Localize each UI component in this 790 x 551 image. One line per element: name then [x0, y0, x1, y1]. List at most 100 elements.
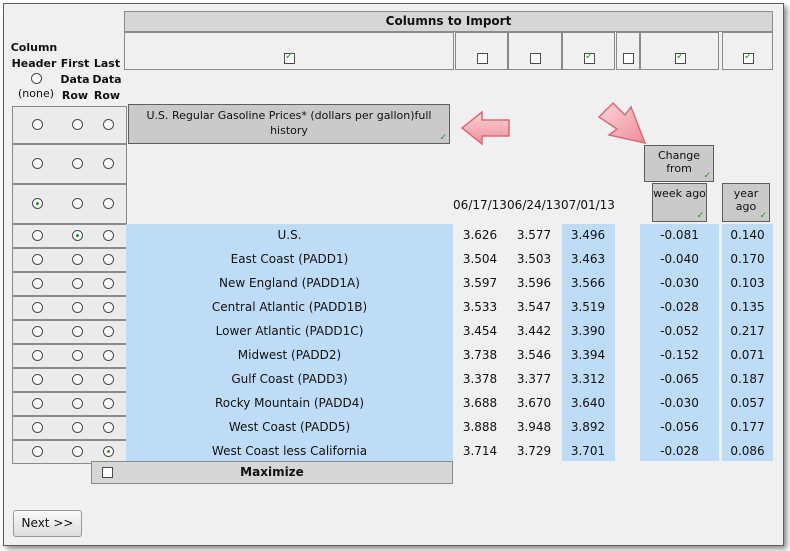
last-data-row-radio[interactable] — [103, 198, 114, 209]
first-data-row-radio[interactable] — [72, 398, 83, 409]
year-change-cell: 0.140 — [730, 228, 765, 242]
column-header-radio[interactable] — [32, 350, 43, 361]
price-cell: 3.714 — [462, 444, 498, 458]
column-header-radio[interactable] — [32, 326, 43, 337]
last-data-row-label: Last Data Row — [92, 57, 122, 102]
left-callout-arrow-icon — [460, 110, 510, 146]
import-column-checkbox[interactable] — [675, 51, 686, 64]
import-column-checkbox[interactable] — [530, 53, 541, 64]
first-data-row-radio[interactable] — [72, 254, 83, 265]
last-data-row-radio[interactable] — [103, 326, 114, 337]
maximize-bar[interactable]: Maximize — [91, 461, 453, 484]
import-checkbox-cell — [616, 32, 640, 70]
column-header-radio[interactable] — [32, 422, 43, 433]
price-cell: 3.597 — [462, 276, 498, 290]
year-ago-cell[interactable]: year ago ✓ — [722, 183, 770, 222]
first-data-row-radio[interactable] — [72, 374, 83, 385]
last-data-row-radio[interactable] — [103, 302, 114, 313]
week-ago-label: week ago — [653, 187, 706, 200]
column-header-radio[interactable] — [32, 278, 43, 289]
row-selector — [12, 248, 127, 272]
import-column-checkbox[interactable] — [743, 51, 754, 64]
year-change-cell: 0.187 — [730, 372, 765, 386]
price-cell: 3.948 — [516, 420, 552, 434]
year-change-cell: 0.170 — [730, 252, 765, 266]
import-column-checkbox[interactable] — [623, 53, 634, 64]
last-data-row-radio[interactable] — [103, 422, 114, 433]
year-change-cell: 0.071 — [730, 348, 765, 362]
change-from-label: Change from — [657, 149, 701, 175]
year-ago-label: year ago — [733, 187, 759, 213]
year-change-cell: 0.135 — [730, 300, 765, 314]
price-cell: 3.729 — [516, 444, 552, 458]
last-data-row-radio[interactable] — [103, 230, 114, 241]
change-from-cell[interactable]: Change from ✓ — [644, 145, 714, 182]
year-change-cell: 0.177 — [730, 420, 765, 434]
column-header-radio[interactable] — [32, 158, 43, 169]
title-cell-text: U.S. Regular Gasoline Prices* (dollars p… — [146, 109, 432, 137]
column-header-radio[interactable] — [32, 374, 43, 385]
first-data-row-label: First Data Row — [60, 57, 90, 102]
week-change-cell: -0.065 — [660, 372, 699, 386]
price-cell: 3.596 — [516, 276, 552, 290]
region-cell: Midwest (PADD2) — [237, 348, 342, 362]
region-cell: Central Atlantic (PADD1B) — [211, 300, 368, 314]
price-cell: 3.378 — [462, 372, 498, 386]
import-checkbox-cell — [640, 32, 719, 70]
first-data-row-radio[interactable] — [72, 230, 83, 241]
row-selector — [12, 392, 127, 416]
last-data-row-radio[interactable] — [103, 350, 114, 361]
check-mark-icon: ✓ — [703, 171, 711, 181]
column-header-radio[interactable] — [32, 398, 43, 409]
last-data-row-radio[interactable] — [103, 278, 114, 289]
import-checkbox-cell — [722, 32, 773, 70]
column-header-radio[interactable] — [32, 230, 43, 241]
import-checkbox-cell — [562, 32, 615, 70]
price-cell: 3.888 — [462, 420, 498, 434]
price-cell: 3.312 — [570, 372, 606, 386]
import-column-checkbox[interactable] — [284, 51, 295, 64]
import-checkbox-cell — [124, 32, 454, 70]
first-data-row-radio[interactable] — [72, 350, 83, 361]
last-data-row-radio[interactable] — [103, 446, 114, 457]
row-selector — [12, 296, 127, 320]
last-data-row-radio[interactable] — [103, 119, 114, 130]
price-cell: 3.626 — [462, 228, 498, 242]
column-header-radio[interactable] — [32, 119, 43, 130]
price-cell: 3.577 — [516, 228, 552, 242]
check-mark-icon: ✓ — [439, 133, 447, 143]
title-cell[interactable]: U.S. Regular Gasoline Prices* (dollars p… — [128, 104, 450, 144]
last-data-row-radio[interactable] — [103, 398, 114, 409]
first-data-row-radio[interactable] — [72, 326, 83, 337]
price-cell: 3.503 — [516, 252, 552, 266]
column-header-none-radio[interactable] — [31, 73, 42, 84]
first-data-row-radio[interactable] — [72, 278, 83, 289]
week-change-cell: -0.028 — [660, 300, 699, 314]
first-data-row-radio[interactable] — [72, 158, 83, 169]
year-change-cell: 0.103 — [730, 276, 765, 290]
last-data-row-radio[interactable] — [103, 158, 114, 169]
first-data-row-radio[interactable] — [72, 198, 83, 209]
last-data-row-radio[interactable] — [103, 254, 114, 265]
row-selector — [12, 368, 127, 392]
maximize-checkbox[interactable] — [102, 467, 113, 478]
column-header-radio[interactable] — [32, 302, 43, 313]
column-header-radio[interactable] — [32, 198, 43, 209]
year-change-cell: 0.217 — [730, 324, 765, 338]
first-data-row-radio[interactable] — [72, 119, 83, 130]
column-header-radio[interactable] — [32, 446, 43, 457]
column-header-radio[interactable] — [32, 254, 43, 265]
import-column-checkbox[interactable] — [584, 51, 595, 64]
last-data-row-radio[interactable] — [103, 374, 114, 385]
first-data-row-radio[interactable] — [72, 422, 83, 433]
year-change-cell: 0.086 — [730, 444, 765, 458]
price-cell: 3.738 — [462, 348, 498, 362]
row-selector — [12, 344, 127, 368]
price-cell: 3.442 — [516, 324, 552, 338]
next-button[interactable]: Next >> — [13, 510, 82, 537]
price-cell: 3.701 — [570, 444, 606, 458]
first-data-row-radio[interactable] — [72, 446, 83, 457]
import-column-checkbox[interactable] — [477, 53, 488, 64]
week-ago-cell[interactable]: week ago ✓ — [652, 183, 707, 222]
first-data-row-radio[interactable] — [72, 302, 83, 313]
